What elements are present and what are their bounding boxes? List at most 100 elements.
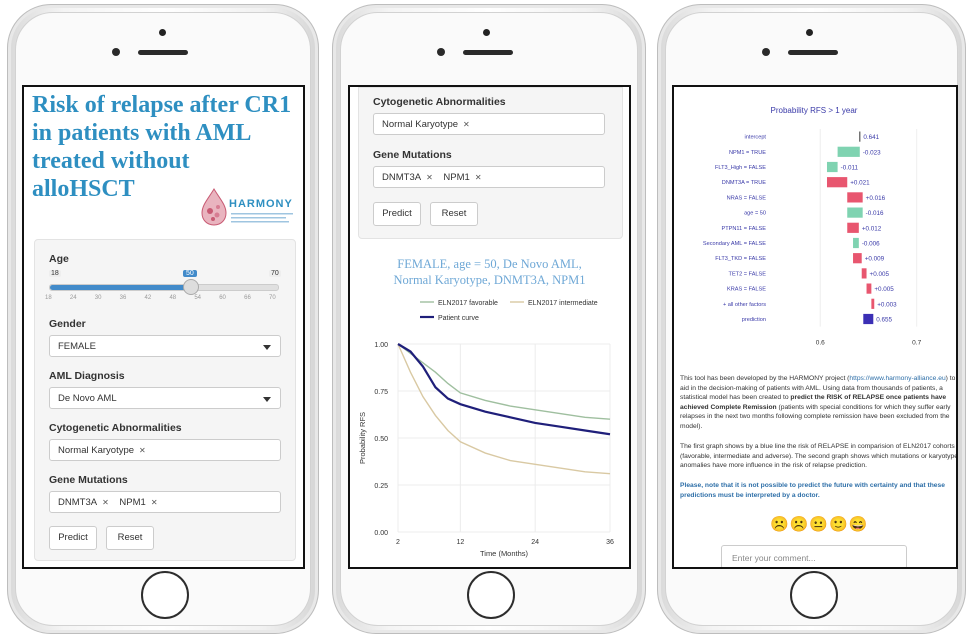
- series-line-intermediate: [397, 343, 611, 475]
- factor-bar: [853, 253, 862, 264]
- gene-mutations-select[interactable]: DNMT3A ✕ NPM1 ✕: [49, 491, 281, 513]
- home-button[interactable]: [141, 571, 189, 619]
- x-tick-label: 0.7: [912, 340, 921, 347]
- age-tick-label: 42: [144, 295, 152, 301]
- comment-input[interactable]: Enter your comment...: [721, 545, 907, 567]
- survival-chart-title-line1: FEMALE, age = 50, De Novo AML,: [397, 257, 582, 271]
- remove-icon[interactable]: ✕: [102, 498, 109, 507]
- factor-value-label: +0.003: [877, 301, 897, 308]
- factor-value-label: -0.006: [862, 241, 880, 248]
- breakdown-title: Probability RFS > 1 year: [771, 106, 858, 115]
- feedback-emojis[interactable]: ☹️☹️😐🙂😄: [770, 515, 868, 533]
- factor-label: KRAS = FALSE: [727, 287, 766, 293]
- age-slider-fill: [50, 285, 191, 290]
- chip-label: NPM1: [119, 497, 146, 508]
- factor-value-label: -0.023: [863, 149, 881, 156]
- screen-inputs: Risk of relapse after CR1 in patients wi…: [22, 85, 305, 569]
- factor-value-label: +0.009: [865, 256, 885, 263]
- home-button[interactable]: [790, 571, 838, 619]
- age-tick-label: 70: [269, 295, 276, 301]
- chevron-down-icon: [263, 397, 271, 402]
- survival-chart-title: FEMALE, age = 50, De Novo AML, Normal Ka…: [350, 256, 629, 288]
- diagnosis-value: De Novo AML: [58, 393, 117, 404]
- series-line-patient: [397, 343, 611, 436]
- factor-label: + all other factors: [723, 302, 766, 308]
- phone-frame-1: Risk of relapse after CR1 in patients wi…: [7, 4, 319, 634]
- camera: [806, 29, 813, 36]
- factor-value-label: 0.655: [876, 317, 892, 324]
- factor-bar: [826, 177, 848, 188]
- cytogenetic-chip: Normal Karyotype ✕: [382, 114, 470, 136]
- factor-label: prediction: [742, 317, 766, 323]
- description-paragraph-1: This tool has been developed by the HARM…: [680, 374, 956, 431]
- age-tick-label: 24: [69, 295, 77, 301]
- remove-icon[interactable]: ✕: [475, 173, 482, 182]
- diagnosis-select[interactable]: De Novo AML: [49, 387, 281, 409]
- survival-chart-title-line2: Normal Karyotype, DNMT3A, NPM1: [393, 273, 586, 287]
- factor-label: NPM1 = TRUE: [729, 150, 766, 156]
- disclaimer-note: Please, note that it is not possible to …: [680, 482, 945, 499]
- gene-chip: NPM1 ✕: [443, 167, 481, 189]
- x-tick-label: 36: [606, 539, 614, 546]
- factor-label: age = 50: [744, 211, 766, 217]
- factor-bar: [861, 268, 867, 279]
- predict-button[interactable]: Predict: [49, 526, 97, 550]
- age-label: Age: [49, 253, 69, 265]
- legend-label: ELN2017 favorable: [438, 300, 498, 307]
- factor-value-label: +0.012: [862, 225, 882, 232]
- phone-frame-3: Probability RFS > 1 year 0.6 0.7 intercept 0…: [657, 4, 966, 634]
- age-slider-handle[interactable]: [183, 279, 199, 295]
- chevron-down-icon: [263, 345, 271, 350]
- gender-value: FEMALE: [58, 341, 97, 352]
- age-tick-label: 54: [194, 295, 202, 301]
- factor-bar: [837, 146, 860, 157]
- x-axis-label: Time (Months): [480, 549, 529, 558]
- gene-chip: DNMT3A ✕: [58, 492, 109, 514]
- remove-icon[interactable]: ✕: [426, 173, 433, 182]
- cytogenetic-select[interactable]: Normal Karyotype ✕: [373, 113, 605, 135]
- camera: [159, 29, 166, 36]
- age-value: 50: [183, 270, 197, 277]
- age-tick-label: 30: [94, 295, 102, 301]
- harmony-logo-text: HARMONY: [229, 198, 293, 210]
- factor-bar: [826, 161, 838, 173]
- front-camera: [762, 48, 770, 56]
- factor-value-label: -0.011: [841, 165, 859, 172]
- camera: [483, 29, 490, 36]
- home-button[interactable]: [467, 571, 515, 619]
- factor-value-label: +0.016: [866, 195, 886, 202]
- y-tick-label: 0.00: [374, 530, 388, 537]
- factor-bar: [847, 192, 863, 203]
- x-tick-label: 2: [396, 539, 400, 546]
- factor-value-label: -0.016: [866, 210, 884, 217]
- reset-button[interactable]: Reset: [430, 202, 478, 226]
- y-axis-label: Probability RFS: [358, 412, 367, 464]
- front-camera: [437, 48, 445, 56]
- y-tick-label: 0.50: [374, 436, 388, 443]
- age-tick-label: 60: [219, 295, 226, 301]
- cytogenetic-label: Cytogenetic Abnormalities: [373, 96, 506, 108]
- factor-bar: [847, 222, 859, 233]
- gene-mutations-select[interactable]: DNMT3A ✕ NPM1 ✕: [373, 166, 605, 188]
- remove-icon[interactable]: ✕: [139, 446, 146, 455]
- reset-button[interactable]: Reset: [106, 526, 154, 550]
- factor-value-label: +0.005: [874, 286, 894, 293]
- cytogenetic-label: Cytogenetic Abnormalities: [49, 422, 182, 434]
- age-tick-label: 48: [169, 295, 177, 301]
- gene-chip: NPM1 ✕: [119, 492, 157, 514]
- harmony-link[interactable]: https://www.harmony-alliance.eu: [849, 375, 945, 382]
- legend-label: ELN2017 intermediate: [528, 300, 598, 307]
- screen-factors: Probability RFS > 1 year 0.6 0.7 intercept 0…: [672, 85, 958, 569]
- remove-icon[interactable]: ✕: [151, 498, 158, 507]
- gene-mutations-label: Gene Mutations: [373, 149, 452, 161]
- gene-mutations-label: Gene Mutations: [49, 474, 128, 486]
- screen-survival-curve: Cytogenetic Abnormalities Normal Karyoty…: [348, 85, 631, 569]
- factor-value-label: +0.005: [870, 271, 890, 278]
- gender-select[interactable]: FEMALE: [49, 335, 281, 357]
- chip-label: NPM1: [443, 172, 470, 183]
- predict-button[interactable]: Predict: [373, 202, 421, 226]
- chip-label: Normal Karyotype: [382, 119, 459, 130]
- remove-icon[interactable]: ✕: [463, 120, 470, 129]
- cytogenetic-select[interactable]: Normal Karyotype ✕: [49, 439, 281, 461]
- factor-bar: [847, 207, 863, 218]
